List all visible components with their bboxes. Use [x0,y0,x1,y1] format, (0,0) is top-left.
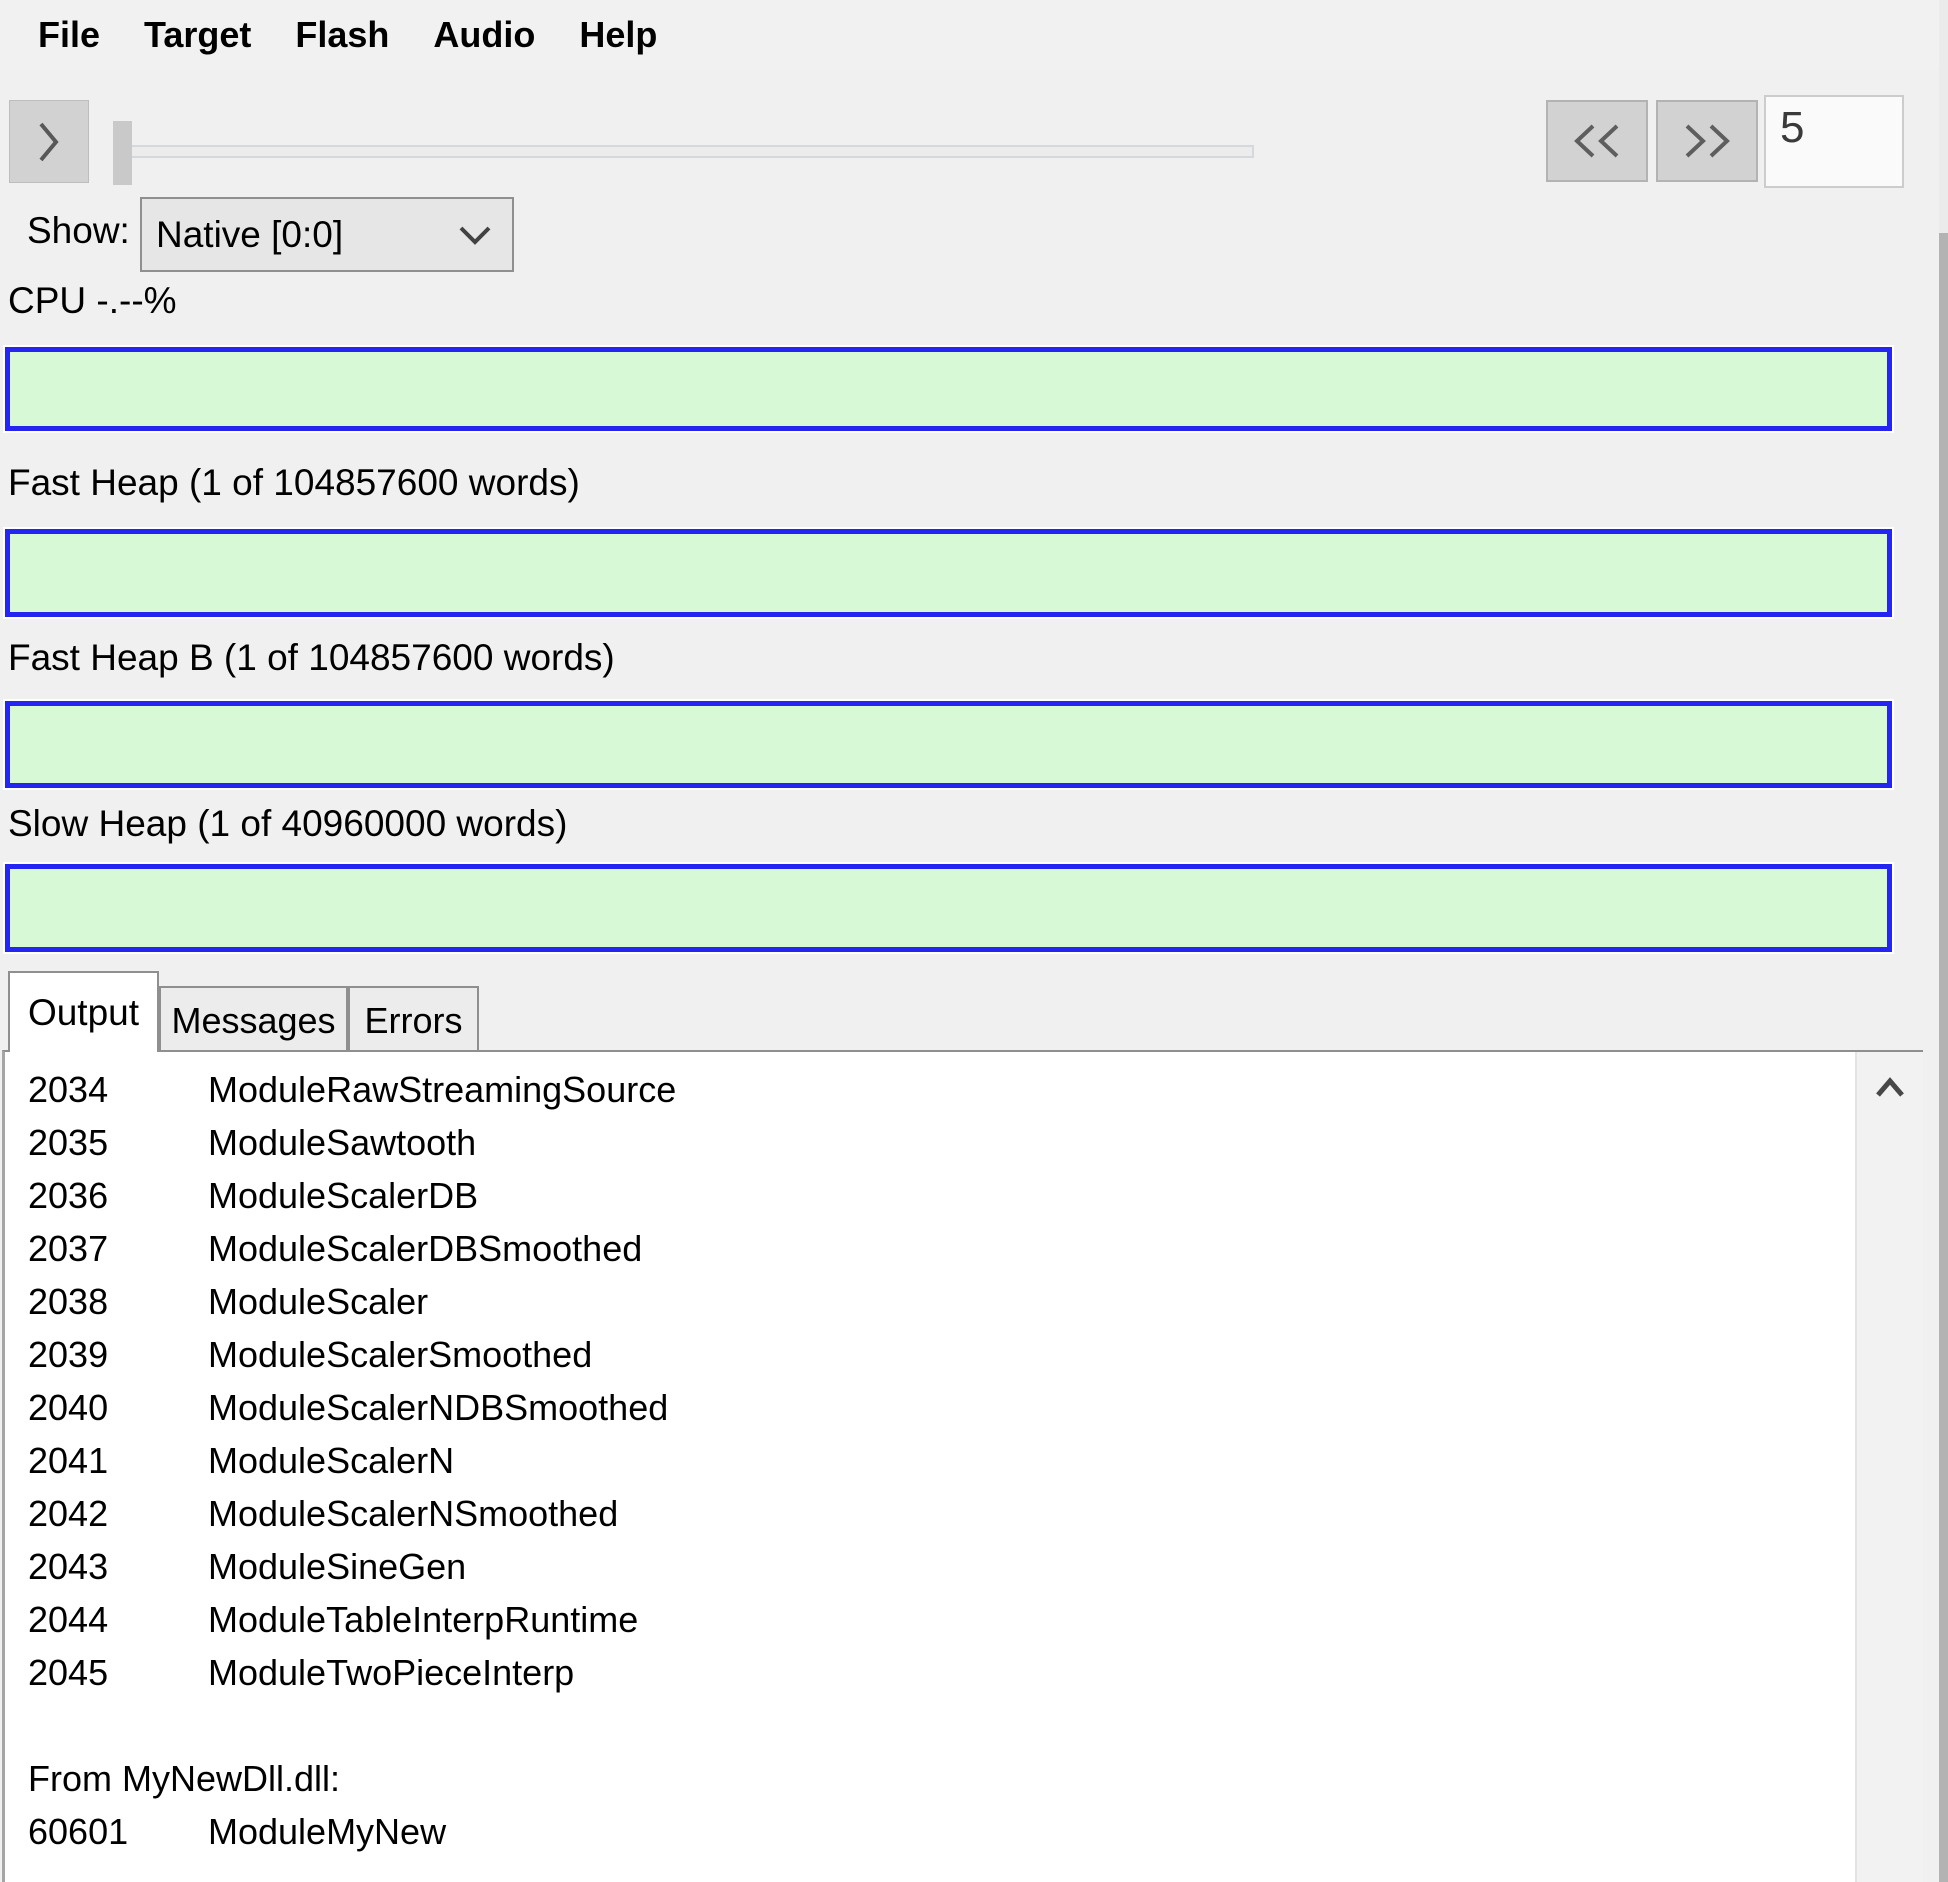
output-row: 2037 ModuleScalerDBSmoothed [28,1222,1923,1275]
position-slider-thumb[interactable] [113,121,132,185]
menu-help[interactable]: Help [565,10,671,60]
rewind-button[interactable] [1546,100,1648,182]
window-scrollbar[interactable] [1939,0,1948,1882]
output-dll-heading: From MyNewDll.dll: [28,1752,1923,1805]
output-row-name: ModuleSawtooth [208,1116,476,1169]
output-row: 2043 ModuleSineGen [28,1540,1923,1593]
output-row-id: 2042 [28,1487,208,1540]
show-dropdown-value: Native [0:0] [156,214,456,256]
output-row: 2040 ModuleScalerNDBSmoothed [28,1381,1923,1434]
output-row: 2035 ModuleSawtooth [28,1116,1923,1169]
output-row-name: ModuleScalerNDBSmoothed [208,1381,668,1434]
output-row: 60601 ModuleMyNew [28,1805,1923,1858]
output-row-name: ModuleScalerN [208,1434,454,1487]
output-row-name: ModuleScaler [208,1275,428,1328]
output-row-name: ModuleScalerNSmoothed [208,1487,618,1540]
output-log: 2034 ModuleRawStreamingSource 2035 Modul… [5,1052,1923,1858]
fast-heap-meter-bar [5,529,1892,617]
chevron-down-icon [456,222,494,248]
output-dll-row-list: 60601 ModuleMyNew [28,1805,1923,1858]
play-button[interactable] [9,100,89,183]
output-row-id: 2044 [28,1593,208,1646]
output-row-name: ModuleTwoPieceInterp [208,1646,574,1699]
output-row: 2038 ModuleScaler [28,1275,1923,1328]
output-row-name: ModuleScalerSmoothed [208,1328,592,1381]
scroll-up-icon[interactable] [1873,1076,1907,1882]
menu-target[interactable]: Target [130,10,265,60]
output-row-id: 2036 [28,1169,208,1222]
slow-heap-meter-bar [5,864,1892,952]
output-row-id: 60601 [28,1805,208,1858]
output-row-name: ModuleTableInterpRuntime [208,1593,638,1646]
output-row: 2034 ModuleRawStreamingSource [28,1063,1923,1116]
slow-heap-meter-label: Slow Heap (1 of 40960000 words) [8,803,567,845]
tab-messages[interactable]: Messages [159,986,348,1053]
output-row-name: ModuleRawStreamingSource [208,1063,676,1116]
double-chevron-right-icon [1679,121,1735,161]
output-row: 2042 ModuleScalerNSmoothed [28,1487,1923,1540]
output-row: 2039 ModuleScalerSmoothed [28,1328,1923,1381]
forward-button[interactable] [1656,100,1758,182]
cpu-meter-label: CPU -.--% [8,280,177,322]
menu-flash[interactable]: Flash [281,10,403,60]
output-scrollbar[interactable] [1855,1052,1923,1882]
fast-heap-b-meter-bar [5,701,1892,788]
tab-errors[interactable]: Errors [348,986,479,1053]
fast-heap-b-meter-label: Fast Heap B (1 of 104857600 words) [8,637,615,679]
menu-bar: File Target Flash Audio Help [0,0,1948,70]
tab-output[interactable]: Output [8,971,159,1052]
output-row-id: 2037 [28,1222,208,1275]
step-count-field[interactable]: 5 [1764,95,1904,188]
output-row-id: 2035 [28,1116,208,1169]
show-dropdown[interactable]: Native [0:0] [140,197,514,272]
output-row: 2044 ModuleTableInterpRuntime [28,1593,1923,1646]
output-row-name: ModuleScalerDB [208,1169,478,1222]
menu-audio[interactable]: Audio [419,10,549,60]
output-row: 2041 ModuleScalerN [28,1434,1923,1487]
output-row: 2036 ModuleScalerDB [28,1169,1923,1222]
menu-file[interactable]: File [24,10,114,60]
position-slider-track[interactable] [127,145,1254,158]
cpu-meter-bar [5,347,1892,431]
window-scrollbar-thumb[interactable] [1939,233,1948,1882]
output-row: 2045 ModuleTwoPieceInterp [28,1646,1923,1699]
output-row-id: 2039 [28,1328,208,1381]
output-row-list: 2034 ModuleRawStreamingSource 2035 Modul… [28,1063,1923,1699]
output-row-id: 2034 [28,1063,208,1116]
output-row-id: 2041 [28,1434,208,1487]
output-panel: 2034 ModuleRawStreamingSource 2035 Modul… [2,1050,1923,1882]
output-row-id: 2045 [28,1646,208,1699]
output-row-name: ModuleSineGen [208,1540,466,1593]
output-row-id: 2038 [28,1275,208,1328]
chevron-right-icon [36,120,62,164]
double-chevron-left-icon [1569,121,1625,161]
show-label: Show: [27,210,130,252]
output-row-name: ModuleMyNew [208,1805,446,1858]
fast-heap-meter-label: Fast Heap (1 of 104857600 words) [8,462,580,504]
output-row-id: 2040 [28,1381,208,1434]
output-row-id: 2043 [28,1540,208,1593]
output-row-name: ModuleScalerDBSmoothed [208,1222,642,1275]
